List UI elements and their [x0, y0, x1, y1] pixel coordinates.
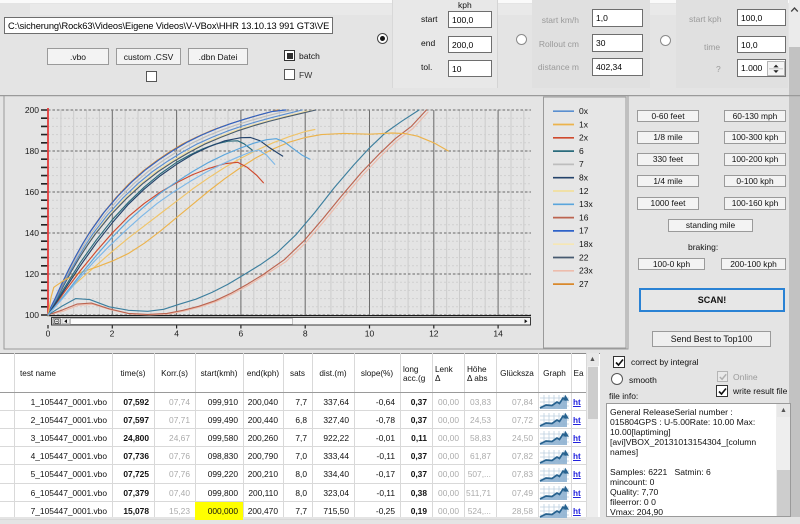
svg-text:7: 7: [579, 159, 584, 169]
svg-text:120: 120: [25, 269, 39, 279]
svg-text:14: 14: [493, 329, 503, 339]
svg-text:10: 10: [365, 329, 375, 339]
svg-text:200: 200: [25, 105, 39, 115]
svg-text:180: 180: [25, 146, 39, 156]
svg-text:2: 2: [110, 329, 115, 339]
svg-text:6: 6: [239, 329, 244, 339]
svg-text:160: 160: [25, 187, 39, 197]
svg-text:1x: 1x: [579, 119, 589, 129]
svg-text:22: 22: [579, 252, 589, 262]
svg-text:140: 140: [25, 228, 39, 238]
svg-text:0x: 0x: [579, 106, 589, 116]
svg-text:0: 0: [46, 329, 51, 339]
svg-text:27: 27: [579, 279, 589, 289]
svg-text:4: 4: [174, 329, 179, 339]
svg-text:17: 17: [579, 226, 589, 236]
svg-text:2x: 2x: [579, 133, 589, 143]
svg-text:8x: 8x: [579, 173, 589, 183]
svg-text:100: 100: [25, 310, 39, 320]
svg-text:6: 6: [579, 146, 584, 156]
svg-text:18x: 18x: [579, 239, 593, 249]
svg-text:8: 8: [303, 329, 308, 339]
svg-text:12: 12: [579, 186, 589, 196]
svg-text:13x: 13x: [579, 199, 593, 209]
svg-text:16: 16: [579, 212, 589, 222]
svg-text:23x: 23x: [579, 266, 593, 276]
svg-text:12: 12: [429, 329, 439, 339]
